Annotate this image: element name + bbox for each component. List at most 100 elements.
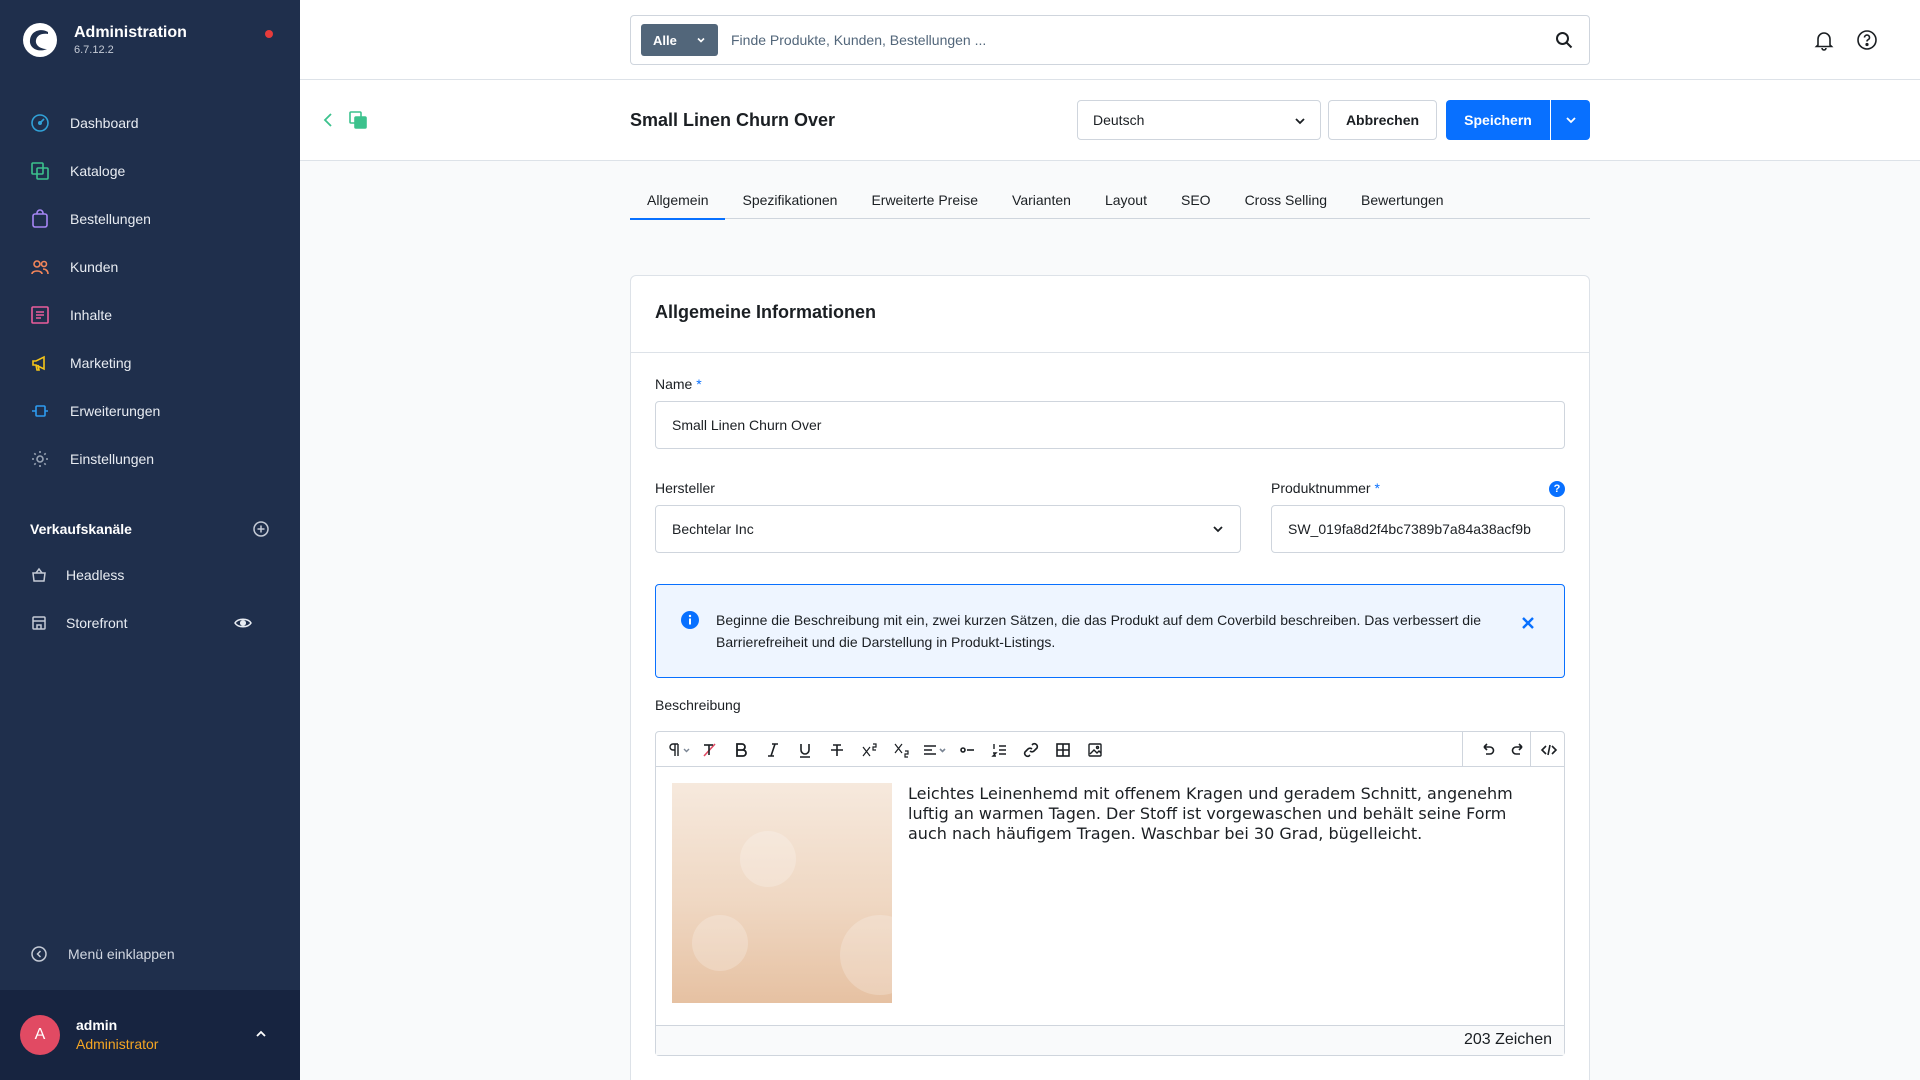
editor-content[interactable]: Leichtes Leinenhemd mit offenem Kragen u… xyxy=(656,768,1564,1026)
chevron-down-icon xyxy=(1565,117,1576,124)
nav-item-kunden[interactable]: Kunden xyxy=(0,243,300,291)
nav-label: Kunden xyxy=(70,259,119,275)
redo-icon[interactable] xyxy=(1510,741,1528,759)
chevron-up-icon[interactable] xyxy=(253,1026,269,1042)
card-title: Allgemeine Informationen xyxy=(631,276,1589,353)
name-label-text: Name xyxy=(655,376,693,392)
headless-icon xyxy=(32,567,46,582)
cancel-button[interactable]: Abbrechen xyxy=(1328,100,1437,140)
sidebar: Administration 6.7.12.2 Dashboard Katalo… xyxy=(0,0,300,1080)
search-input[interactable] xyxy=(731,26,1531,54)
image-bokeh xyxy=(740,831,796,887)
sales-channel-label: Headless xyxy=(66,567,125,583)
product-number-label: Produktnummer * xyxy=(1271,480,1380,496)
bullet-list-icon[interactable] xyxy=(958,741,976,759)
user-role: Administrator xyxy=(76,1036,159,1052)
close-icon[interactable] xyxy=(1520,615,1536,631)
product-number-label-text: Produktnummer xyxy=(1271,480,1371,496)
tab-allgemein[interactable]: Allgemein xyxy=(630,186,726,220)
tab-seo[interactable]: SEO xyxy=(1164,186,1228,219)
paragraph-format-icon[interactable] xyxy=(666,741,692,759)
page-title: Small Linen Churn Over xyxy=(630,110,836,130)
app-version: 6.7.12.2 xyxy=(74,44,114,56)
tab-cross-selling[interactable]: Cross Selling xyxy=(1228,186,1344,219)
clear-format-icon[interactable] xyxy=(700,741,718,759)
bell-icon[interactable] xyxy=(1813,29,1835,51)
help-tooltip-icon[interactable]: ? xyxy=(1549,481,1565,497)
required-marker: * xyxy=(696,376,702,392)
main-nav: Dashboard Kataloge Bestellungen Kunden I… xyxy=(0,99,300,483)
product-number-input[interactable]: SW_019fa8d2f4bc7389b7a84a38acf9b xyxy=(1271,505,1565,553)
undo-icon[interactable] xyxy=(1478,741,1496,759)
nav-label: Kataloge xyxy=(70,163,126,179)
product-image[interactable] xyxy=(672,783,892,1003)
manufacturer-value: Bechtelar Inc xyxy=(672,521,754,537)
required-marker: * xyxy=(1374,480,1380,496)
superscript-icon[interactable] xyxy=(860,741,878,759)
chevron-down-icon xyxy=(697,37,705,43)
dashboard-icon xyxy=(31,114,49,132)
sales-channels-header: Verkaufskanäle xyxy=(30,520,270,538)
tab-spezifikationen[interactable]: Spezifikationen xyxy=(725,186,854,219)
global-search: Alle xyxy=(630,15,1590,65)
nav-item-dashboard[interactable]: Dashboard xyxy=(0,99,300,147)
align-icon[interactable] xyxy=(922,741,950,759)
shopware-logo-icon xyxy=(23,23,57,57)
save-options-button[interactable] xyxy=(1551,100,1590,140)
description-editor: Leichtes Leinenhemd mit offenem Kragen u… xyxy=(655,731,1565,1056)
brand[interactable]: Administration 6.7.12.2 xyxy=(22,22,187,58)
sales-channel-storefront[interactable]: Storefront xyxy=(30,611,270,635)
back-icon[interactable] xyxy=(320,110,336,130)
sales-channel-headless[interactable]: Headless xyxy=(30,563,270,587)
search-icon[interactable] xyxy=(1555,31,1573,49)
strikethrough-icon[interactable] xyxy=(828,741,846,759)
eye-icon[interactable] xyxy=(234,614,252,632)
catalog-icon xyxy=(31,162,49,180)
nav-label: Inhalte xyxy=(70,307,113,323)
tab-varianten[interactable]: Varianten xyxy=(995,186,1088,219)
collapse-menu-button[interactable]: Menü einklappen xyxy=(30,945,175,963)
underline-icon[interactable] xyxy=(796,741,814,759)
nav-item-erweiterungen[interactable]: Erweiterungen xyxy=(0,387,300,435)
help-icon[interactable] xyxy=(1856,29,1878,51)
description-text[interactable]: Leichtes Leinenhemd mit offenem Kragen u… xyxy=(908,784,1548,844)
chevron-down-icon xyxy=(1295,118,1305,125)
collapse-label: Menü einklappen xyxy=(68,946,175,962)
customers-icon xyxy=(31,260,49,275)
manufacturer-select[interactable]: Bechtelar Inc xyxy=(655,505,1241,553)
add-sales-channel-icon[interactable] xyxy=(252,520,270,538)
smart-bar: Small Linen Churn Over Deutsch Abbrechen… xyxy=(300,80,1920,161)
table-icon[interactable] xyxy=(1054,741,1072,759)
image-icon[interactable] xyxy=(1086,741,1104,759)
nav-label: Dashboard xyxy=(70,115,139,131)
user-menu[interactable]: A admin Administrator xyxy=(0,990,300,1080)
name-input[interactable]: Small Linen Churn Over xyxy=(655,401,1565,449)
editor-toolbar xyxy=(656,732,1564,767)
italic-icon[interactable] xyxy=(764,741,782,759)
tab-erweiterte-preise[interactable]: Erweiterte Preise xyxy=(854,186,995,219)
tab-layout[interactable]: Layout xyxy=(1088,186,1164,219)
nav-item-inhalte[interactable]: Inhalte xyxy=(0,291,300,339)
manufacturer-label: Hersteller xyxy=(655,480,715,496)
copy-icon[interactable] xyxy=(348,110,368,130)
tab-bewertungen[interactable]: Bewertungen xyxy=(1344,186,1461,219)
toolbar-separator xyxy=(1530,732,1531,767)
char-count: 203 Zeichen xyxy=(656,1025,1564,1055)
top-bar: Alle xyxy=(300,0,1920,80)
nav-label: Erweiterungen xyxy=(70,403,161,419)
save-button[interactable]: Speichern xyxy=(1446,100,1550,140)
nav-label: Einstellungen xyxy=(70,451,155,467)
subscript-icon[interactable] xyxy=(892,741,910,759)
image-bokeh xyxy=(840,915,892,995)
nav-item-bestellungen[interactable]: Bestellungen xyxy=(0,195,300,243)
link-icon[interactable] xyxy=(1022,741,1040,759)
code-view-icon[interactable] xyxy=(1540,741,1558,759)
bold-icon[interactable] xyxy=(732,741,750,759)
nav-item-kataloge[interactable]: Kataloge xyxy=(0,147,300,195)
nav-item-einstellungen[interactable]: Einstellungen xyxy=(0,435,300,483)
nav-item-marketing[interactable]: Marketing xyxy=(0,339,300,387)
search-type-select[interactable]: Alle xyxy=(641,24,718,56)
settings-icon xyxy=(32,451,48,467)
numbered-list-icon[interactable] xyxy=(990,741,1008,759)
language-select[interactable]: Deutsch xyxy=(1077,100,1321,140)
